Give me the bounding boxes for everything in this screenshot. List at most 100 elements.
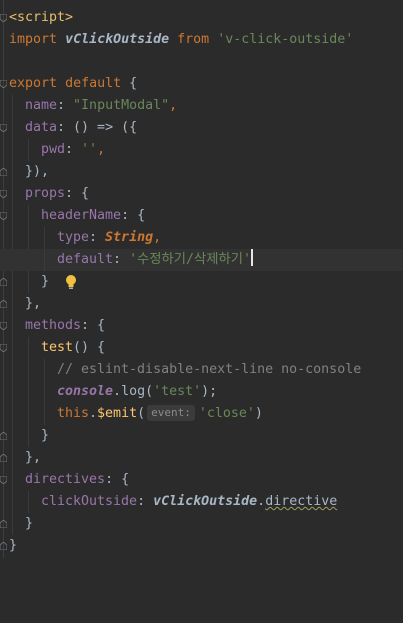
code-line: headerName: { (0, 205, 403, 227)
property-access: directive (265, 494, 338, 509)
code-line: export default { (0, 73, 403, 95)
code-text: } (41, 274, 50, 289)
property-key: type (57, 230, 90, 245)
code-line: console.log('test'); (0, 381, 403, 403)
keyword-default: default (65, 76, 122, 91)
keyword-export: export (9, 76, 58, 91)
fold-icon[interactable] (0, 190, 7, 198)
keyword-import: import (9, 32, 58, 47)
property-key: headerName (41, 208, 122, 223)
code-text: }, (25, 296, 42, 311)
code-text: : { (105, 472, 130, 487)
comma: , (97, 142, 106, 157)
code-text: }, (25, 450, 42, 465)
code-line: } (0, 425, 403, 447)
code-line: } (0, 271, 403, 293)
code-line: // eslint-disable-next-line no-console (0, 359, 403, 381)
fold-end-icon[interactable] (0, 520, 7, 528)
dot: . (89, 406, 98, 421)
property-key: data (25, 120, 58, 135)
property-key: directives (25, 472, 106, 487)
method-name: log (121, 384, 146, 399)
code-line: this.$emit(event:'close') (0, 403, 403, 425)
fold-icon[interactable] (0, 80, 7, 88)
function-name: test (41, 340, 74, 355)
identifier: vClickOutside (65, 32, 170, 47)
fold-end-icon[interactable] (0, 278, 7, 286)
colon: : (137, 494, 154, 509)
code-text: () { (73, 340, 106, 355)
code-text: } (25, 516, 34, 531)
dot: . (113, 384, 122, 399)
fold-icon[interactable] (0, 344, 7, 352)
fold-end-icon[interactable] (0, 168, 7, 176)
type-value: String (105, 230, 154, 245)
fold-end-icon[interactable] (0, 300, 7, 308)
code-line: directives: { (0, 469, 403, 491)
string-arg: 'close' (198, 406, 255, 421)
parameter-hint: event: (147, 405, 195, 421)
code-text: : { (81, 318, 106, 333)
code-line: name: "InputModal", (0, 95, 403, 117)
object-identifier: console (57, 384, 114, 399)
code-line: type: String, (0, 227, 403, 249)
property-key: clickOutside (41, 494, 138, 509)
code-line: }, (0, 447, 403, 469)
colon: : (65, 142, 82, 157)
code-line: props: { (0, 183, 403, 205)
code-text: : { (121, 208, 146, 223)
fold-icon[interactable] (0, 476, 7, 484)
string-arg: 'test' (153, 384, 202, 399)
string-value: "InputModal" (73, 98, 170, 113)
fold-end-icon[interactable] (0, 432, 7, 440)
colon: : (113, 252, 130, 267)
fold-icon[interactable] (0, 14, 7, 22)
string-value: '수정하기/삭제하기' (129, 252, 251, 267)
code-text: : () => ({ (57, 120, 138, 135)
property-key: default (57, 252, 114, 267)
dot: . (257, 494, 266, 509)
comma: , (169, 98, 178, 113)
code-text: : { (65, 186, 90, 201)
paren: ); (201, 384, 218, 399)
keyword-this: this (57, 406, 90, 421)
paren: ( (137, 406, 146, 421)
property-key: pwd (41, 142, 66, 157)
fold-icon[interactable] (0, 124, 7, 132)
module-string: 'v-click-outside' (217, 32, 354, 47)
property-key: methods (25, 318, 82, 333)
code-line: test() { (0, 337, 403, 359)
paren: ( (145, 384, 154, 399)
comma: , (153, 230, 162, 245)
fold-end-icon[interactable] (0, 454, 7, 462)
code-line: <script> (0, 7, 403, 29)
brace: { (129, 76, 138, 91)
script-tag: <script> (9, 10, 74, 25)
property-key: name (25, 98, 58, 113)
fold-end-icon[interactable] (0, 542, 7, 550)
code-text: } (9, 538, 18, 553)
object-identifier: vClickOutside (153, 494, 258, 509)
colon: : (89, 230, 106, 245)
code-line: } (0, 513, 403, 535)
code-text: } (41, 428, 50, 443)
colon: : (57, 98, 74, 113)
lightbulb-icon[interactable] (16, 252, 77, 289)
code-line: clickOutside: vClickOutside.directive (0, 491, 403, 513)
fold-icon[interactable] (0, 322, 7, 330)
current-code-line: default: '수정하기/삭제하기' (0, 249, 403, 289)
keyword-from: from (177, 32, 210, 47)
code-line: pwd: '', (0, 139, 403, 161)
code-editor[interactable]: <script> import vClickOutside from 'v-cl… (0, 0, 403, 558)
text-caret (250, 249, 253, 266)
string-value: '' (81, 142, 98, 157)
method-name: $emit (97, 406, 138, 421)
code-line: import vClickOutside from 'v-click-outsi… (0, 29, 403, 51)
code-line: methods: { (0, 315, 403, 337)
code-line: } (0, 535, 403, 557)
paren: ) (254, 406, 263, 421)
code-line: data: () => ({ (0, 117, 403, 139)
code-comment: // eslint-disable-next-line no-console (57, 362, 362, 377)
code-line: }, (0, 293, 403, 315)
fold-icon[interactable] (0, 212, 7, 220)
